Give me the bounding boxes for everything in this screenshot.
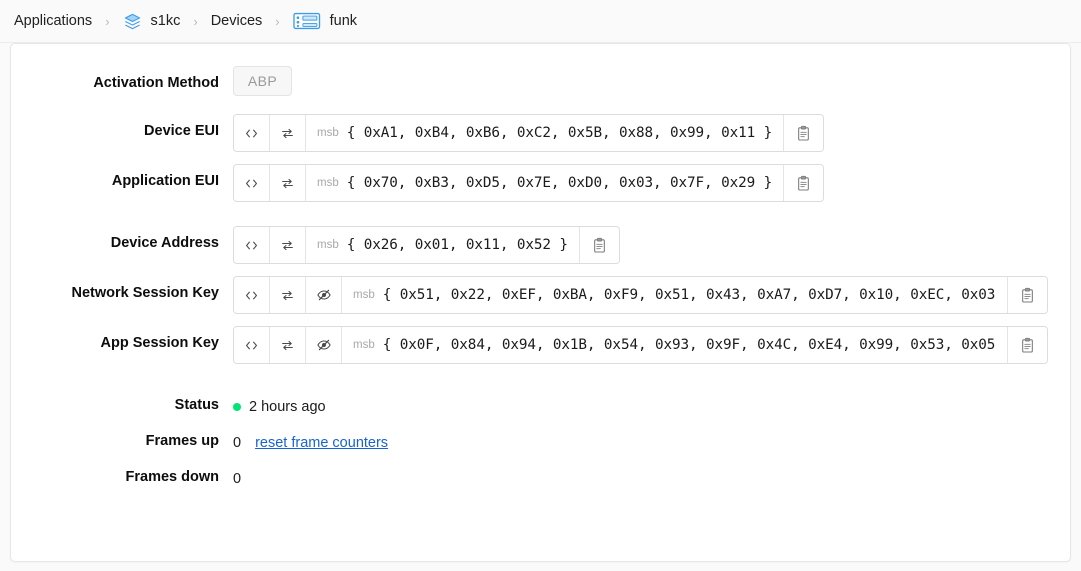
device-eui-value-area[interactable]: msb { 0xA1, 0xB4, 0xB6, 0xC2, 0x5B, 0x88… xyxy=(306,115,784,151)
breadcrumb: Applications › s1kc › Devices › funk xyxy=(0,0,1081,43)
breadcrumb-label-s1kc: s1kc xyxy=(150,13,181,29)
network-session-key-msb-label: msb xyxy=(353,289,375,301)
application-eui-input-group: msb { 0x70, 0xB3, 0xD5, 0x7E, 0xD0, 0x03… xyxy=(233,164,825,202)
frames-up-count: 0 xyxy=(233,435,242,451)
row-frames-up: Frames up 0 reset frame counters xyxy=(11,424,1070,454)
label-frames-up: Frames up xyxy=(145,433,219,449)
swap-arrows-icon[interactable] xyxy=(270,165,306,201)
status-badge: 2 hours ago xyxy=(249,399,326,415)
code-brackets-icon[interactable] xyxy=(234,327,270,363)
device-board-icon xyxy=(292,11,321,31)
swap-arrows-icon[interactable] xyxy=(270,115,306,151)
label-network-session-key: Network Session Key xyxy=(71,285,219,301)
device-eui-msb-label: msb xyxy=(317,127,339,139)
status-value-area: 2 hours ago xyxy=(233,388,1070,418)
row-device-eui: Device EUI msb { 0xA1, 0xB4, 0xB6, 0xC2,… xyxy=(11,114,1070,152)
app-session-key-value-area[interactable]: msb { 0x0F, 0x84, 0x94, 0x1B, 0x54, 0x93… xyxy=(342,327,1007,363)
swap-arrows-icon[interactable] xyxy=(270,227,306,263)
device-address-input-group: msb { 0x26, 0x01, 0x11, 0x52 } xyxy=(233,226,620,264)
swap-arrows-icon[interactable] xyxy=(270,327,306,363)
frames-down-value-area: 0 xyxy=(233,460,1070,490)
device-eui-input-group: msb { 0xA1, 0xB4, 0xB6, 0xC2, 0x5B, 0x88… xyxy=(233,114,825,152)
application-eui-value: { 0x70, 0xB3, 0xD5, 0x7E, 0xD0, 0x03, 0x… xyxy=(346,175,773,191)
label-device-eui: Device EUI xyxy=(144,123,219,139)
clipboard-copy-icon[interactable] xyxy=(1007,277,1047,313)
row-app-session-key: App Session Key msb { 0x0F, 0x84, 0x94, … xyxy=(11,326,1070,364)
breadcrumb-item-applications[interactable]: Applications xyxy=(14,13,92,29)
label-application-eui: Application EUI xyxy=(111,173,219,189)
frames-down-count: 0 xyxy=(233,471,242,487)
label-activation-method: Activation Method xyxy=(93,75,219,91)
activation-method-value[interactable]: ABP xyxy=(233,66,292,96)
device-form: Activation Method ABP Device EUI msb {0… xyxy=(11,44,1070,490)
clipboard-copy-icon[interactable] xyxy=(783,165,824,201)
device-address-value: { 0x26, 0x01, 0x11, 0x52 } xyxy=(346,237,568,253)
swap-arrows-icon[interactable] xyxy=(270,277,306,313)
device-eui-value: { 0xA1, 0xB4, 0xB6, 0xC2, 0x5B, 0x88, 0x… xyxy=(346,125,773,141)
breadcrumb-label-applications: Applications xyxy=(14,13,93,29)
label-status: Status xyxy=(174,397,219,413)
breadcrumb-separator: › xyxy=(193,13,198,29)
device-address-value-area[interactable]: msb { 0x26, 0x01, 0x11, 0x52 } xyxy=(306,227,579,263)
network-session-key-value-area[interactable]: msb { 0x51, 0x22, 0xEF, 0xBA, 0xF9, 0x51… xyxy=(342,277,1007,313)
layers-stack-icon xyxy=(123,12,142,31)
row-activation-method: Activation Method ABP xyxy=(11,66,1070,96)
device-details-card: Activation Method ABP Device EUI msb {0… xyxy=(10,43,1071,562)
network-session-key-value: { 0x51, 0x22, 0xEF, 0xBA, 0xF9, 0x51, 0x… xyxy=(382,287,996,303)
eye-slash-icon[interactable] xyxy=(306,327,342,363)
breadcrumb-separator: › xyxy=(105,13,110,29)
reset-frame-counters-link[interactable]: reset frame counters xyxy=(255,435,388,451)
application-eui-value-area[interactable]: msb { 0x70, 0xB3, 0xD5, 0x7E, 0xD0, 0x03… xyxy=(306,165,784,201)
breadcrumb-label-funk: funk xyxy=(329,13,358,29)
row-status: Status 2 hours ago xyxy=(11,388,1070,418)
eye-slash-icon[interactable] xyxy=(306,277,342,313)
app-session-key-msb-label: msb xyxy=(353,339,375,351)
application-eui-msb-label: msb xyxy=(317,177,339,189)
row-device-address: Device Address msb { 0x26, 0x01, 0x11, 0… xyxy=(11,226,1070,264)
row-application-eui: Application EUI msb { 0x70, 0xB3, 0xD5, … xyxy=(11,164,1070,202)
row-frames-down: Frames down 0 xyxy=(11,460,1070,490)
clipboard-copy-icon[interactable] xyxy=(578,227,619,263)
breadcrumb-item-s1kc[interactable]: s1kc xyxy=(123,12,181,31)
clipboard-copy-icon[interactable] xyxy=(783,115,824,151)
label-frames-down: Frames down xyxy=(125,469,219,485)
breadcrumb-label-devices: Devices xyxy=(210,13,263,29)
breadcrumb-separator: › xyxy=(275,13,280,29)
frames-up-value-area: 0 reset frame counters xyxy=(233,424,1070,454)
clipboard-copy-icon[interactable] xyxy=(1007,327,1047,363)
device-address-msb-label: msb xyxy=(317,239,339,251)
online-dot xyxy=(233,403,241,411)
row-network-session-key: Network Session Key msb { 0x51, 0x22, 0x… xyxy=(11,276,1070,314)
breadcrumb-item-funk[interactable]: funk xyxy=(292,11,358,31)
app-session-key-input-group: msb { 0x0F, 0x84, 0x94, 0x1B, 0x54, 0x93… xyxy=(233,326,1048,364)
code-brackets-icon[interactable] xyxy=(234,227,270,263)
breadcrumb-item-devices[interactable]: Devices xyxy=(211,13,263,29)
code-brackets-icon[interactable] xyxy=(234,277,270,313)
code-brackets-icon[interactable] xyxy=(234,115,270,151)
code-brackets-icon[interactable] xyxy=(234,165,270,201)
label-device-address: Device Address xyxy=(110,235,219,251)
label-app-session-key: App Session Key xyxy=(100,335,219,351)
app-session-key-value: { 0x0F, 0x84, 0x94, 0x1B, 0x54, 0x93, 0x… xyxy=(382,337,996,353)
network-session-key-input-group: msb { 0x51, 0x22, 0xEF, 0xBA, 0xF9, 0x51… xyxy=(233,276,1048,314)
